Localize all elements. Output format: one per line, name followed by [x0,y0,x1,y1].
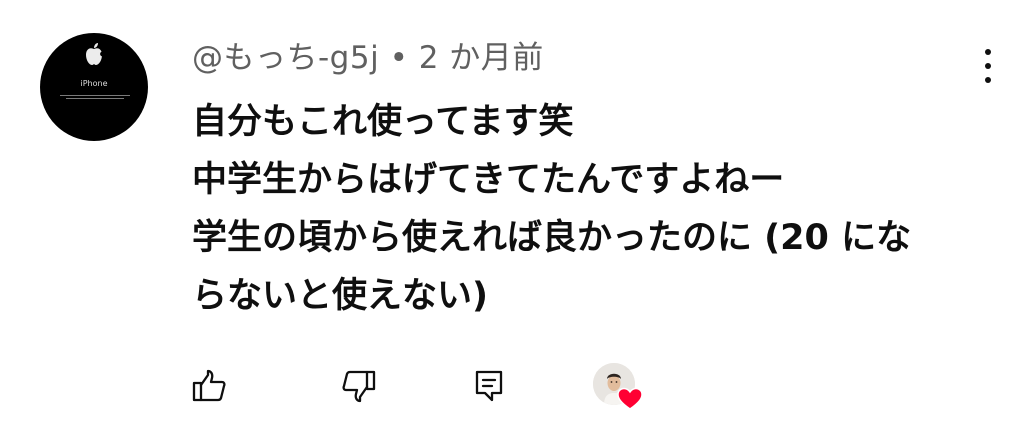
avatar-fine-print [60,95,130,96]
like-button[interactable] [190,366,230,406]
dislike-button[interactable] [338,366,378,406]
kebab-menu-icon [985,77,991,83]
comment-timestamp[interactable]: 2 か月前 [419,40,544,76]
thumbs-down-icon [342,370,376,403]
author-name[interactable]: @もっち-g5j [192,40,379,76]
avatar-fine-print [66,98,124,99]
apple-logo-icon [86,43,104,65]
more-actions-button[interactable] [972,47,1004,85]
thumbs-up-icon [192,369,226,402]
comment-reply-icon [475,370,503,402]
heart-icon [617,387,643,410]
creator-heart-badge [593,363,645,413]
kebab-menu-icon [985,63,991,69]
reply-button[interactable] [470,366,510,406]
comment-line: らないと使えない) [192,276,488,316]
comment-line: 学生の頃から使えれば良かったのに (20 にな [192,218,912,258]
comment-line: 自分もこれ使ってます笑 [192,102,574,142]
avatar-brand-text: iPhone [80,79,108,88]
meta-separator: • [389,40,409,76]
comment-header: @もっち-g5j • 2 か月前 [192,38,544,78]
author-avatar[interactable]: iPhone [40,33,148,141]
comment-text: 自分もこれ使ってます笑 中学生からはげてきてたんですよねー 学生の頃から使えれば… [192,93,992,325]
kebab-menu-icon [985,49,991,55]
comment-line: 中学生からはげてきてたんですよねー [192,160,785,200]
